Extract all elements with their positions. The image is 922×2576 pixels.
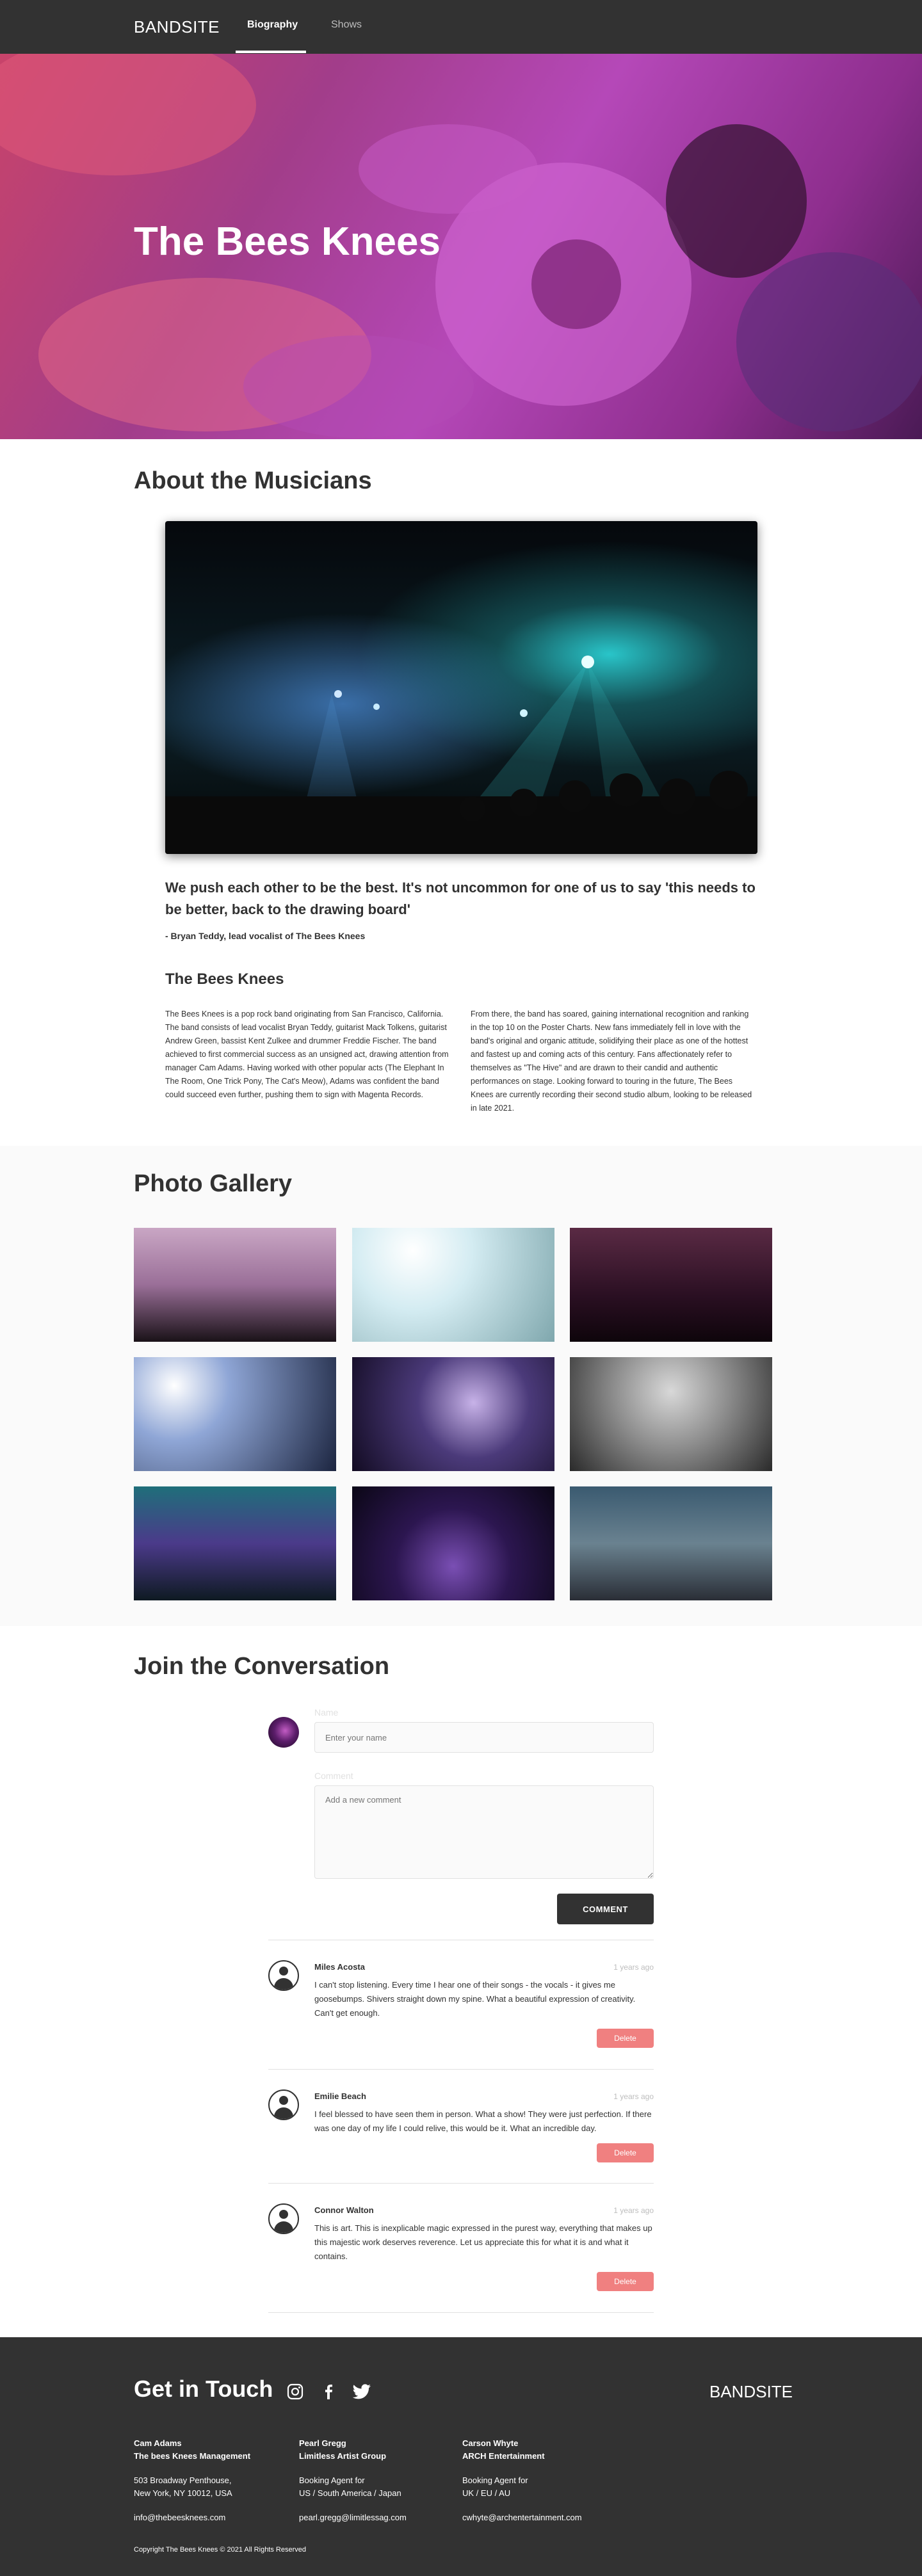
contact-line: New York, NY 10012, USA	[134, 2488, 232, 2498]
gallery-photo-3[interactable]	[570, 1228, 772, 1342]
bio-paragraph-2: From there, the band has soared, gaining…	[471, 1010, 752, 1113]
comment-date: 1 years ago	[613, 2206, 654, 2215]
footer-brand-logo[interactable]: BANDSITE	[709, 2382, 793, 2402]
comment-divider	[268, 2183, 654, 2184]
top-nav: BANDSITE Biography Shows	[0, 0, 922, 54]
gallery-section: Photo Gallery	[0, 1146, 922, 1626]
contact-email-link[interactable]: info@thebeesknees.com	[134, 2513, 225, 2522]
contact-line: UK / EU / AU	[462, 2488, 511, 2498]
comment-text: This is art. This is inexplicable magic …	[314, 2223, 652, 2261]
comment-text: I can't stop listening. Every time I hea…	[314, 1980, 636, 2018]
contact-email-link[interactable]: pearl.gregg@limitlessag.com	[299, 2513, 407, 2522]
contact-org: Limitless Artist Group	[299, 2451, 387, 2461]
band-quote: We push each other to be the best. It's …	[165, 880, 756, 917]
quote-citation: - Bryan Teddy, lead vocalist of The Bees…	[165, 931, 366, 941]
facebook-icon[interactable]	[320, 2383, 337, 2400]
nav-link-biography[interactable]: Biography	[247, 19, 298, 31]
comment-author: Connor Walton	[314, 2205, 374, 2215]
band-subheading: The Bees Knees	[165, 970, 284, 988]
gallery-photo-1[interactable]	[134, 1228, 336, 1342]
gallery-photo-5[interactable]	[352, 1357, 554, 1471]
contact-line: Booking Agent for	[299, 2475, 365, 2485]
gallery-photo-4[interactable]	[134, 1357, 336, 1471]
gallery-photo-8[interactable]	[352, 1486, 554, 1600]
comment-text: I feel blessed to have seen them in pers…	[314, 2109, 652, 2133]
contact-line: US / South America / Japan	[299, 2488, 401, 2498]
contact-line: Booking Agent for	[462, 2475, 528, 2485]
conversation-heading: Join the Conversation	[134, 1653, 390, 1680]
contact-name: Cam Adams	[134, 2438, 182, 2448]
gallery-photo-6[interactable]	[570, 1357, 772, 1471]
about-heading: About the Musicians	[134, 467, 372, 494]
commenter-avatar	[268, 2203, 299, 2234]
comment-textarea[interactable]	[314, 1785, 654, 1879]
site-footer: Get in Touch BANDSITE Cam Adams The bees…	[0, 2337, 922, 2576]
concert-stage-image	[165, 521, 757, 854]
contact-card: Carson Whyte ARCH Entertainment Booking …	[462, 2437, 603, 2524]
contact-org: The bees Knees Management	[134, 2451, 251, 2461]
copyright-text: Copyright The Bees Knees © 2021 All Righ…	[134, 2546, 306, 2554]
bio-paragraph-1: The Bees Knees is a pop rock band origin…	[165, 1010, 449, 1099]
commenter-avatar	[268, 2089, 299, 2120]
comment-divider	[268, 2312, 654, 2313]
comment-author: Miles Acosta	[314, 1962, 365, 1972]
gallery-photo-2[interactable]	[352, 1228, 554, 1342]
contact-name: Carson Whyte	[462, 2438, 519, 2448]
name-label: Name	[314, 1707, 339, 1718]
comment-submit-button[interactable]: COMMENT	[557, 1894, 654, 1924]
name-input[interactable]	[314, 1722, 654, 1753]
delete-comment-button[interactable]: Delete	[597, 2272, 654, 2291]
twitter-icon[interactable]	[352, 2383, 371, 2400]
footer-title: Get in Touch	[134, 2376, 273, 2402]
comment-divider	[268, 2069, 654, 2070]
delete-comment-button[interactable]: Delete	[597, 2029, 654, 2048]
commenter-avatar	[268, 1960, 299, 1991]
delete-comment-button[interactable]: Delete	[597, 2143, 654, 2162]
gallery-heading: Photo Gallery	[134, 1170, 293, 1197]
hero-title: The Bees Knees	[134, 220, 441, 264]
contact-email-link[interactable]: cwhyte@archentertainment.com	[462, 2513, 582, 2522]
hero-banner: The Bees Knees	[0, 54, 922, 439]
instagram-icon[interactable]	[287, 2383, 303, 2400]
contact-card: Cam Adams The bees Knees Management 503 …	[134, 2437, 275, 2524]
comment-date: 1 years ago	[613, 2092, 654, 2101]
user-avatar	[268, 1717, 299, 1748]
contact-name: Pearl Gregg	[299, 2438, 346, 2448]
brand-logo[interactable]: BANDSITE	[134, 17, 220, 37]
contact-line: 503 Broadway Penthouse,	[134, 2475, 232, 2485]
active-nav-underline	[236, 51, 306, 53]
gallery-photo-9[interactable]	[570, 1486, 772, 1600]
comment-date: 1 years ago	[613, 1963, 654, 1972]
contact-card: Pearl Gregg Limitless Artist Group Booki…	[299, 2437, 440, 2524]
contact-org: ARCH Entertainment	[462, 2451, 545, 2461]
gallery-photo-7[interactable]	[134, 1486, 336, 1600]
comment-author: Emilie Beach	[314, 2091, 366, 2101]
nav-link-shows[interactable]: Shows	[331, 19, 362, 31]
comment-label: Comment	[314, 1771, 353, 1781]
